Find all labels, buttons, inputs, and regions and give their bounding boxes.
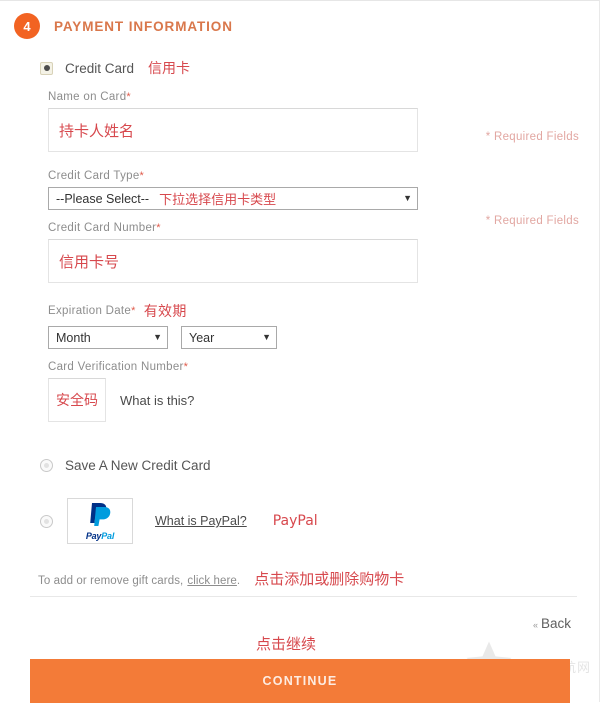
- select-card-type[interactable]: --Please Select-- 下拉选择信用卡类型 ▼: [48, 187, 418, 210]
- label-text-cvn: Card Verification Number: [48, 361, 184, 373]
- radio-credit-card[interactable]: [40, 61, 53, 75]
- cvn-help-link[interactable]: What is this?: [120, 393, 194, 408]
- paypal-wordmark-pay: Pay: [85, 530, 102, 541]
- input-card-number[interactable]: 信用卡号: [48, 239, 418, 283]
- select-card-type-value: --Please Select--: [56, 191, 150, 206]
- chevron-down-icon: ▼: [262, 332, 271, 342]
- annotation-card-number: 信用卡号: [59, 252, 120, 271]
- footer-divider: [30, 596, 577, 597]
- label-expiration-date: Expiration Date * 有效期: [48, 301, 599, 321]
- input-name-on-card[interactable]: 持卡人姓名: [48, 108, 418, 152]
- annotation-cvn: 安全码: [56, 393, 98, 409]
- label-name-on-card: Name on Card*: [48, 91, 599, 103]
- required-marker-card-type: *: [139, 170, 145, 182]
- section-header: 4 PAYMENT INFORMATION: [0, 1, 599, 43]
- annotation-paypal: PayPal: [272, 513, 318, 529]
- cvn-row: 安全码 What is this?: [48, 378, 599, 422]
- payment-method-save-new-card[interactable]: Save A New Credit Card: [40, 454, 599, 476]
- paypal-wordmark: PayPal: [85, 530, 115, 541]
- paypal-logo: PayPal: [67, 498, 133, 544]
- payment-method-paypal[interactable]: PayPal What is PayPal? PayPal: [40, 498, 599, 544]
- paypal-monogram-icon: [89, 502, 111, 531]
- annotation-continue: 点击继续: [256, 635, 317, 653]
- gift-card-row: To add or remove gift cards, click here …: [38, 568, 599, 589]
- chevron-down-icon: ▼: [403, 193, 412, 203]
- payment-method-credit-card[interactable]: Credit Card 信用卡: [40, 57, 599, 79]
- chevron-down-icon: ▼: [153, 332, 162, 342]
- required-fields-note-2: * Required Fields: [485, 215, 579, 227]
- annotation-expiration-date: 有效期: [143, 304, 187, 320]
- radio-save-new-card[interactable]: [40, 458, 53, 472]
- select-expiration-year-value: Year: [189, 330, 215, 345]
- required-marker-name-on-card: *: [126, 91, 131, 103]
- label-card-type: Credit Card Type*: [48, 170, 599, 182]
- radio-paypal[interactable]: [40, 514, 53, 528]
- paypal-wordmark-pal: Pal: [101, 530, 115, 541]
- required-marker-expiration-date: *: [131, 305, 136, 317]
- annotation-gift-card: 点击添加或删除购物卡: [254, 570, 405, 588]
- what-is-paypal-link[interactable]: What is PayPal?: [155, 514, 247, 528]
- radio-label-save-new-card: Save A New Credit Card: [65, 457, 211, 473]
- page-title: PAYMENT INFORMATION: [54, 18, 233, 34]
- select-expiration-year[interactable]: Year ▼: [181, 326, 277, 349]
- back-caret-icon: «: [532, 620, 538, 630]
- continue-button[interactable]: CONTINUE: [30, 659, 570, 703]
- back-link-label: Back: [540, 616, 571, 631]
- select-expiration-month-value: Month: [56, 330, 91, 345]
- label-cvn: Card Verification Number*: [48, 361, 599, 373]
- expiration-selects: Month ▼ Year ▼: [48, 326, 599, 349]
- back-link[interactable]: «Back: [533, 616, 571, 631]
- required-marker-cvn: *: [183, 361, 189, 373]
- payment-form: Credit Card 信用卡 * Required Fields Name o…: [0, 43, 599, 589]
- gift-card-text-suffix: .: [236, 575, 241, 587]
- label-text-card-type: Credit Card Type: [48, 170, 140, 182]
- annotation-card-type: 下拉选择信用卡类型: [159, 193, 277, 208]
- label-text-expiration-date: Expiration Date: [48, 305, 132, 317]
- input-cvn[interactable]: 安全码: [48, 378, 106, 422]
- label-text-card-number: Credit Card Number: [48, 222, 157, 234]
- step-number-badge: 4: [14, 13, 40, 39]
- required-fields-note-1: * Required Fields: [485, 131, 579, 143]
- radio-label-credit-card: Credit Card: [65, 60, 135, 76]
- gift-card-link[interactable]: click here: [187, 575, 237, 587]
- gift-card-text-prefix: To add or remove gift cards,: [38, 575, 184, 587]
- annotation-name-on-card: 持卡人姓名: [59, 121, 135, 140]
- payment-information-page: 4 PAYMENT INFORMATION Credit Card 信用卡 * …: [0, 0, 600, 703]
- label-text-name-on-card: Name on Card: [48, 91, 127, 103]
- annotation-credit-card: 信用卡: [148, 61, 191, 77]
- required-marker-card-number: *: [156, 222, 161, 234]
- select-expiration-month[interactable]: Month ▼: [48, 326, 168, 349]
